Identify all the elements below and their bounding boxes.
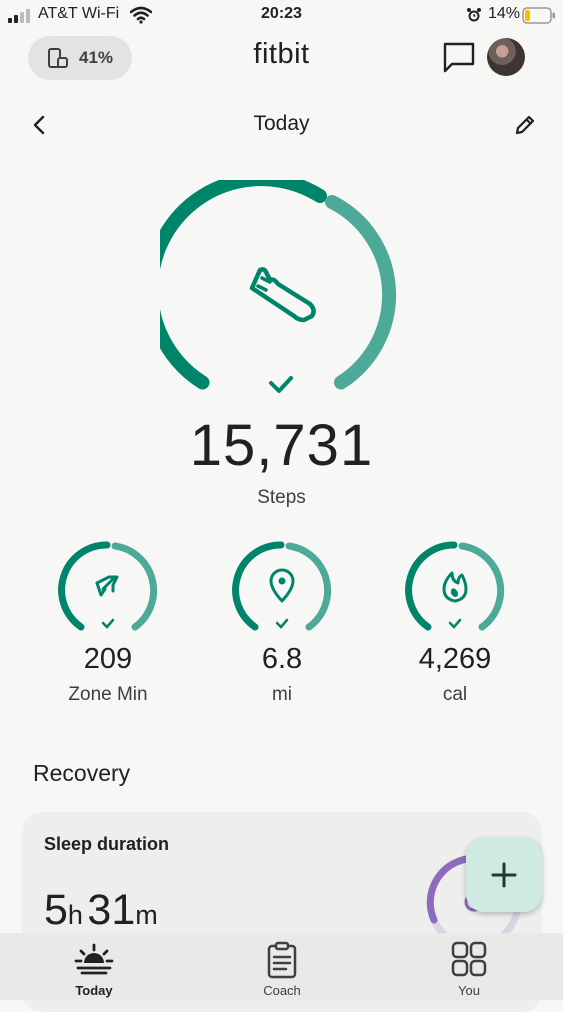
calories-value: 4,269 [418,643,492,675]
steps-value: 15,731 [189,413,374,478]
add-fab-button[interactable] [466,838,542,912]
sleep-minutes-unit: m [135,900,158,930]
nav-tab-coach-label: Coach [263,983,301,998]
messages-icon[interactable] [442,41,476,73]
nav-tab-you-label: You [458,983,480,998]
zone-minutes-icon [95,575,119,597]
bottom-navigation: Today Coach You [0,933,563,1000]
zone-minutes-label: Zone Min [68,684,148,705]
plus-icon [491,862,517,888]
today-sunrise-icon [74,943,114,975]
app-title: fitbit [253,38,310,70]
page-title: Today [253,112,310,135]
battery-icon [522,7,555,24]
sleep-hours: 5 [44,886,68,934]
zone-minutes-value: 209 [83,643,133,675]
recovery-section-title: Recovery [33,760,131,786]
distance-label: mi [271,684,293,705]
zone-minutes-metric: 209 Zone Min [28,643,188,706]
steps-label: Steps [257,487,306,508]
distance-check-icon [275,618,289,629]
location-pin-icon [269,568,295,603]
calories-label: cal [442,684,468,705]
nav-tab-today-label: Today [75,983,113,998]
calories-check-icon [448,618,462,629]
zone-minutes-ring[interactable] [57,539,159,635]
goal-check-icon [269,376,293,393]
distance-value: 6.8 [261,643,303,675]
grid-icon [451,941,487,977]
flame-icon [442,571,468,603]
sneaker-icon [249,267,316,323]
profile-avatar[interactable] [487,38,525,76]
alarm-icon [467,8,481,22]
nav-tab-today[interactable]: Today [34,933,154,1000]
distance-metric: 6.8 mi [202,643,362,706]
calories-ring[interactable] [404,539,506,635]
clipboard-icon [267,941,297,979]
sleep-hours-unit: h [67,900,83,930]
edit-pencil-icon[interactable] [514,114,536,136]
steps-ring[interactable] [160,180,404,400]
sleep-minutes: 31 [87,886,136,934]
nav-tab-you[interactable]: You [409,933,529,1000]
zone-minutes-check-icon [101,618,115,629]
phone-battery-percent: 14% [488,5,521,22]
calories-metric: 4,269 cal [375,643,535,706]
sleep-duration-value: 5h 31m [44,886,158,935]
status-bar: AT&T Wi-Fi 20:23 14% [0,0,563,32]
nav-tab-coach[interactable]: Coach [222,933,342,1000]
distance-ring[interactable] [231,539,333,635]
sleep-card-title: Sleep duration [44,834,170,854]
